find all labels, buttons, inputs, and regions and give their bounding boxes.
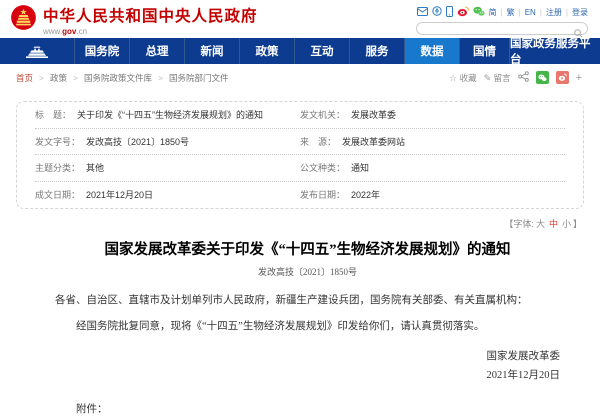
- nav-item-gov-service-platform[interactable]: 国家政务服务平台: [509, 38, 600, 64]
- site-title: 中华人民共和国中央人民政府: [43, 4, 258, 26]
- breadcrumb-bar: 首页 > 政策 > 国务院政策文件库 > 国务院部门文件 ☆ 收藏 ✎ 留言 +: [0, 64, 600, 91]
- lang-link-en[interactable]: EN: [525, 8, 536, 17]
- meta-value-publish-date: 2022年: [351, 188, 380, 201]
- meta-value-written-date: 2021年12月20日: [86, 188, 153, 201]
- meta-row-category-type: 主题分类： 其他 公文种类： 通知: [35, 155, 565, 182]
- meta-label-publish-date: 发布日期：: [300, 188, 345, 201]
- font-size-large[interactable]: 大: [536, 219, 545, 229]
- pencil-icon: ✎: [484, 73, 492, 83]
- weibo-share-icon[interactable]: [556, 71, 569, 84]
- meta-label-doc-type: 公文种类：: [300, 161, 345, 174]
- nav-item-policy[interactable]: 政策: [239, 38, 294, 64]
- national-emblem-icon: [10, 4, 37, 36]
- breadcrumb-department-documents[interactable]: 国务院部门文件: [169, 72, 229, 84]
- breadcrumb-policy[interactable]: 政策: [50, 72, 67, 84]
- register-link[interactable]: 注册: [546, 7, 562, 18]
- font-size-medium[interactable]: 中: [549, 219, 558, 229]
- meta-value-doc-number: 发改高技〔2021〕1850号: [86, 135, 189, 148]
- nav-item-services[interactable]: 服务: [349, 38, 404, 64]
- meta-label-doc-number: 发文字号：: [35, 135, 80, 148]
- font-size-small[interactable]: 小: [562, 219, 571, 229]
- paragraph-recipients: 各省、自治区、直辖市及计划单列市人民政府，新疆生产建设兵团，国务院有关部委、有关…: [55, 293, 560, 309]
- home-icon[interactable]: [0, 38, 74, 64]
- document-title: 国家发展改革委关于印发《“十四五”生物经济发展规划》的通知: [55, 241, 560, 260]
- signature-block: 国家发展改革委 2021年12月20日: [55, 348, 560, 385]
- site-header: 中华人民共和国中央人民政府 www.gov.cn 简 | 繁 |: [0, 0, 600, 38]
- more-share-button[interactable]: +: [576, 72, 582, 84]
- nav-item-interaction[interactable]: 互动: [294, 38, 349, 64]
- signer: 国家发展改革委: [55, 348, 560, 366]
- lang-link-traditional[interactable]: 繁: [507, 7, 515, 18]
- share-icon[interactable]: [518, 71, 529, 84]
- meta-label-agency: 发文机关：: [300, 108, 345, 121]
- search-input[interactable]: [423, 23, 573, 34]
- header-search[interactable]: [416, 22, 588, 35]
- main-nav: 国务院 总理 新闻 政策 互动 服务 数据 国情 国家政务服务平台: [0, 38, 600, 64]
- nav-item-data[interactable]: 数据: [404, 38, 459, 64]
- nav-item-state-council[interactable]: 国务院: [74, 38, 129, 64]
- meta-value-agency: 发展改革委: [351, 108, 396, 121]
- meta-row-dates: 成文日期： 2021年12月20日 发布日期： 2022年: [35, 182, 565, 209]
- paragraph-main: 经国务院批复同意，现将《“十四五”生物经济发展规划》印发给你们，请认真贯彻落实。: [55, 319, 560, 335]
- meta-value-source: 发展改革委网站: [342, 135, 405, 148]
- meta-label-written-date: 成文日期：: [35, 188, 80, 201]
- star-icon: ☆: [449, 73, 457, 83]
- accessibility-icon[interactable]: [432, 6, 442, 18]
- meta-value-title: 关于印发《“十四五”生物经济发展规划》的通知: [77, 108, 263, 121]
- document-body: 国家发展改革委关于印发《“十四五”生物经济发展规划》的通知 发改高技〔2021〕…: [0, 241, 600, 417]
- meta-value-doc-type: 通知: [351, 161, 369, 174]
- wechat-icon[interactable]: [473, 6, 485, 19]
- site-brand[interactable]: 中华人民共和国中央人民政府 www.gov.cn: [10, 4, 258, 36]
- font-size-selector: 【字体:大中小】: [0, 217, 582, 230]
- meta-label-category: 主题分类：: [35, 161, 80, 174]
- meta-label-source: 来 源：: [300, 135, 336, 148]
- attachment-label: 附件：: [55, 401, 560, 416]
- meta-row-title-agency: 标 题： 关于印发《“十四五”生物经济发展规划》的通知 发文机关： 发展改革委: [35, 102, 565, 129]
- sign-date: 2021年12月20日: [55, 367, 560, 385]
- meta-row-number-source: 发文字号： 发改高技〔2021〕1850号 来 源： 发展改革委网站: [35, 129, 565, 156]
- share-toolbar: ☆ 收藏 ✎ 留言 +: [449, 71, 582, 84]
- favorite-button[interactable]: ☆ 收藏: [449, 72, 476, 84]
- breadcrumb-home[interactable]: 首页: [16, 72, 33, 84]
- site-url: www.gov.cn: [43, 27, 258, 36]
- mobile-icon[interactable]: [446, 6, 453, 19]
- login-link[interactable]: 登录: [572, 7, 588, 18]
- breadcrumb: 首页 > 政策 > 国务院政策文件库 > 国务院部门文件: [16, 72, 228, 84]
- meta-value-category: 其他: [86, 161, 104, 174]
- document-meta-table: 标 题： 关于印发《“十四五”生物经济发展规划》的通知 发文机关： 发展改革委 发文…: [16, 101, 584, 209]
- breadcrumb-policy-library[interactable]: 国务院政策文件库: [84, 72, 152, 84]
- weibo-icon[interactable]: [457, 6, 469, 19]
- nav-item-national-conditions[interactable]: 国情: [459, 38, 509, 64]
- wechat-share-icon[interactable]: [536, 71, 549, 84]
- document-number: 发改高技〔2021〕1850号: [55, 265, 560, 278]
- comment-button[interactable]: ✎ 留言: [484, 72, 511, 84]
- mail-icon[interactable]: [417, 7, 428, 18]
- nav-item-premier[interactable]: 总理: [129, 38, 184, 64]
- search-icon[interactable]: [574, 25, 583, 43]
- meta-label-title: 标 题：: [35, 108, 71, 121]
- lang-link-simplified[interactable]: 简: [489, 7, 497, 18]
- nav-item-news[interactable]: 新闻: [184, 38, 239, 64]
